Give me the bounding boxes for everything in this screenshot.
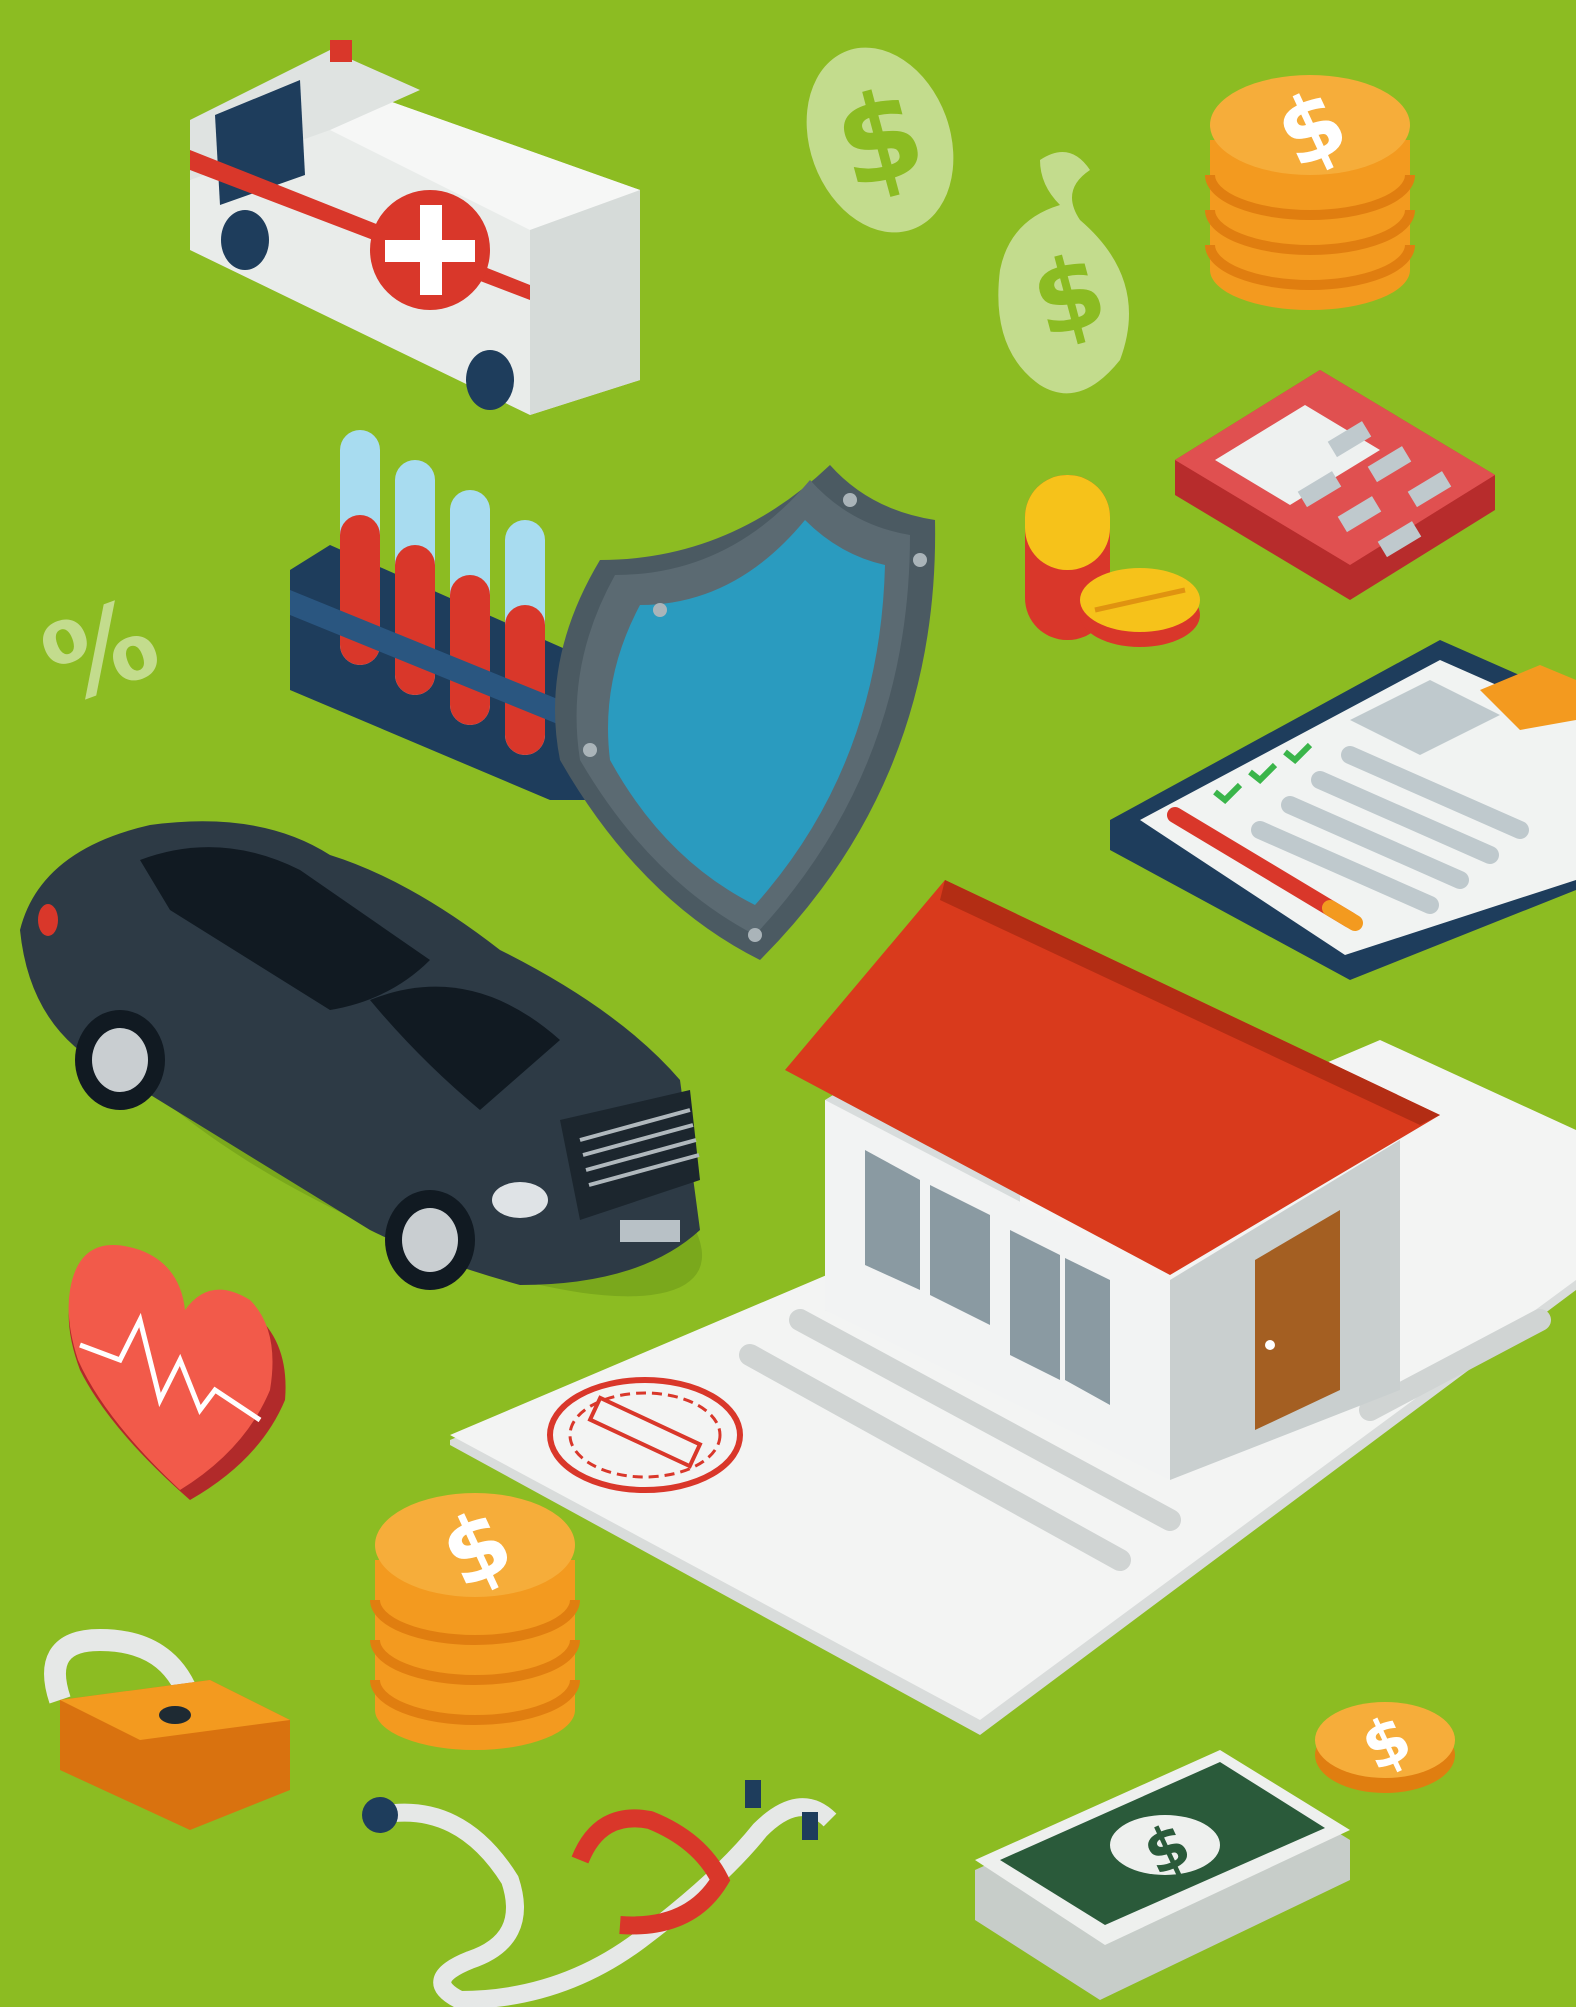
coin-stack-icon: $ <box>1205 68 1415 310</box>
insurance-illustration: $ $ $ % $ $ $ <box>0 0 1576 2007</box>
dollar-coin-icon: $ <box>1315 1701 1455 1793</box>
coin-stack-icon: $ <box>370 1488 580 1750</box>
